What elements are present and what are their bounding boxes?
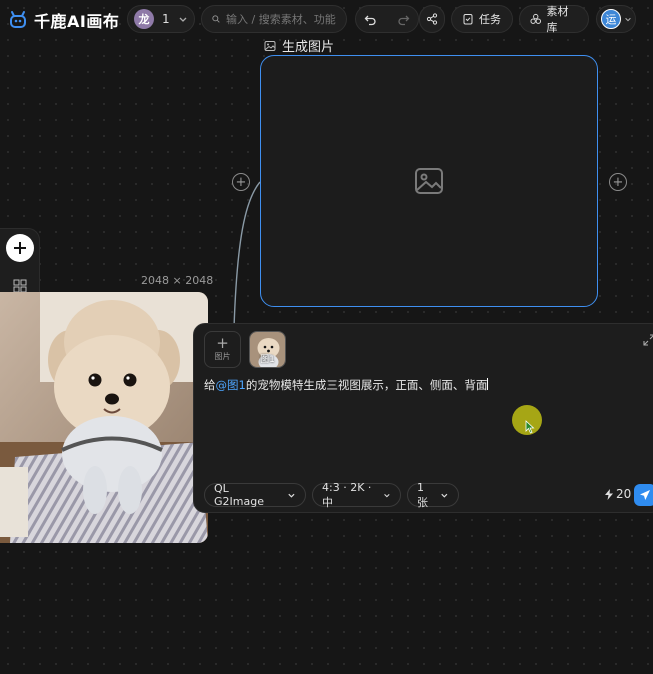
assets-icon <box>530 13 541 24</box>
chevron-down-icon <box>441 493 448 498</box>
output-port-plus-icon[interactable]: + <box>609 173 627 191</box>
add-image-label: 图片 <box>214 352 231 361</box>
collaborator-count: 1 <box>162 12 170 26</box>
logo-icon <box>10 11 26 28</box>
chevron-down-icon <box>288 493 295 498</box>
search-box[interactable] <box>201 5 347 33</box>
ratio-select[interactable]: 4:3 · 2K · 中 <box>312 480 401 509</box>
credits-cost: 20 <box>605 487 631 501</box>
share-icon <box>426 13 438 25</box>
prompt-input[interactable]: 给@图1的宠物模特生成三视图展示，正面、侧面、背面 <box>204 377 489 393</box>
count-value: 1张 <box>417 480 428 509</box>
history-controls <box>355 5 419 33</box>
credits-value: 20 <box>616 487 632 501</box>
send-button[interactable] <box>634 484 653 506</box>
add-node-button[interactable] <box>6 234 34 262</box>
ratio-value: 4:3 · 2K · 中 <box>322 480 372 509</box>
undo-icon[interactable] <box>364 13 377 26</box>
tasks-button[interactable]: 任务 <box>451 5 513 33</box>
chevron-down-icon <box>384 493 390 497</box>
app-logo[interactable]: 千鹿AI画布 录 <box>8 8 138 32</box>
node-title-label: 生成图片 <box>282 40 335 55</box>
thumb-label: 图1 <box>260 355 275 365</box>
node-title[interactable]: 生成图片 <box>264 36 334 55</box>
chevron-down-icon <box>179 17 187 22</box>
send-icon <box>640 490 650 500</box>
add-image-button[interactable]: + 图片 <box>204 331 241 368</box>
app-title: 千鹿AI画布 <box>34 12 120 31</box>
mouse-pointer-icon <box>525 420 535 434</box>
count-select[interactable]: 1张 <box>407 480 459 509</box>
prompt-panel: + 图片 图1 给@图1的宠物模特生成三视图展示，正面、侧面、背面 QL G2I… <box>193 323 653 513</box>
account-menu[interactable]: 运 <box>596 5 636 33</box>
share-button[interactable] <box>419 5 445 33</box>
expand-icon[interactable] <box>643 334 653 346</box>
prompt-text: 的宠物模特生成三视图展示，正面、侧面、背面 <box>245 378 488 392</box>
model-value: QL G2Image <box>214 482 264 508</box>
task-icon <box>463 14 473 25</box>
node-connector <box>233 181 261 329</box>
plus-icon: + <box>216 334 229 352</box>
generate-image-node[interactable] <box>260 55 598 307</box>
image-icon <box>264 40 276 51</box>
reference-image-thumb[interactable]: 图1 <box>249 331 286 368</box>
model-select[interactable]: QL G2Image <box>204 482 306 508</box>
redo-icon[interactable] <box>397 13 410 26</box>
tasks-label: 任务 <box>479 13 501 26</box>
collaborators-pill[interactable]: 龙 1 <box>127 5 195 33</box>
image-dimensions: 2048 × 2048 <box>141 274 214 287</box>
dog-photo <box>0 292 208 543</box>
image-placeholder-icon <box>415 168 443 194</box>
plus-icon <box>14 242 26 254</box>
search-input[interactable] <box>226 12 336 26</box>
search-icon <box>212 15 220 23</box>
grid-icon <box>13 279 27 293</box>
text-caret <box>487 378 489 390</box>
chevron-down-icon <box>625 17 631 22</box>
prompt-prefix: 给 <box>204 378 216 392</box>
source-image-node[interactable] <box>0 292 208 543</box>
lightning-icon <box>605 488 613 500</box>
account-avatar: 运 <box>601 9 621 29</box>
prompt-mention[interactable]: @图1 <box>216 378 246 392</box>
assets-button[interactable]: 素材库 <box>519 5 589 34</box>
assets-label: 素材库 <box>546 5 569 34</box>
avatar: 龙 <box>134 9 154 29</box>
